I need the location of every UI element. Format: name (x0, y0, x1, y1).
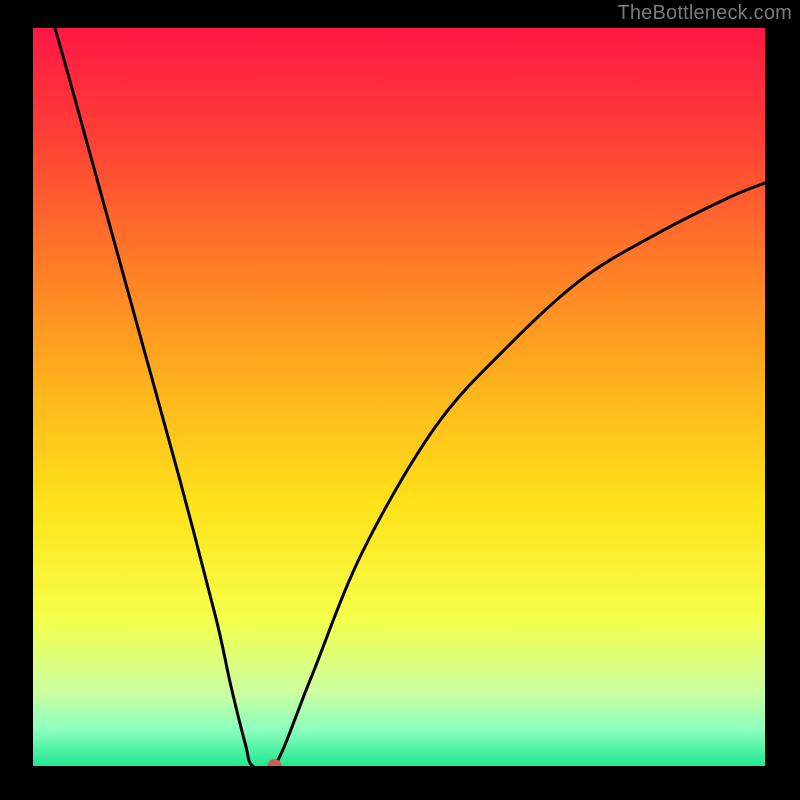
bottleneck-curve (33, 28, 765, 766)
chart-frame: TheBottleneck.com (0, 0, 800, 800)
plot-area (33, 28, 765, 766)
watermark-text: TheBottleneck.com (617, 2, 792, 25)
